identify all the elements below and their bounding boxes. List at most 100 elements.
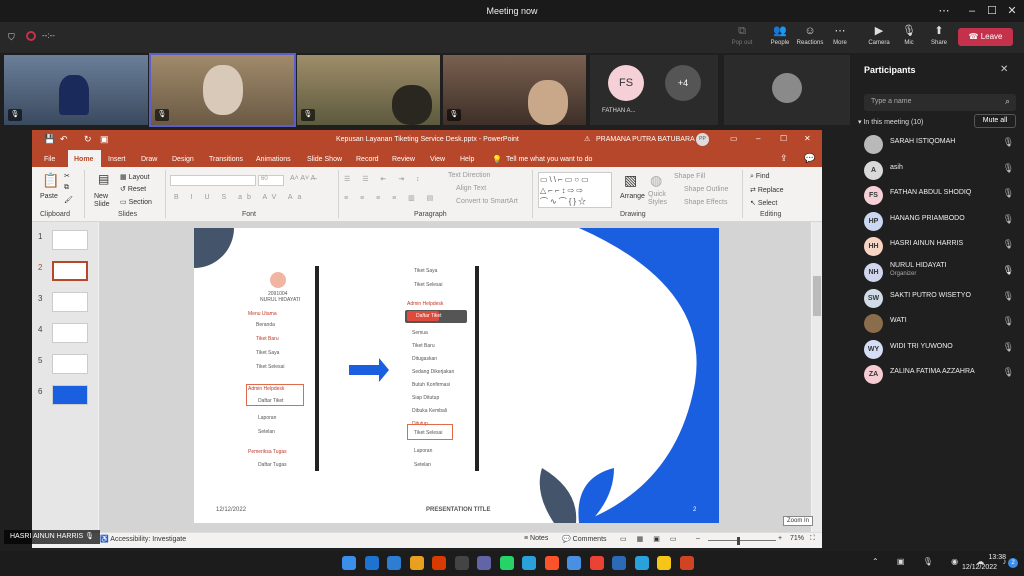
close-icon[interactable]: ✕	[998, 0, 1024, 22]
taskbar-app-icon[interactable]	[387, 556, 401, 570]
taskbar-app-icon[interactable]	[679, 556, 694, 570]
participant-row[interactable]: SARAH ISTIQOMAH 🎙	[858, 133, 1020, 157]
shape-effects-button[interactable]: Shape Effects	[684, 199, 727, 206]
quick-styles-icon[interactable]: ◍	[650, 172, 662, 189]
taskbar-app-icon[interactable]	[634, 556, 649, 570]
share-button[interactable]: ⬆ Share	[921, 24, 957, 52]
participant-row[interactable]: WATI 🎙	[858, 312, 1020, 336]
tab-view[interactable]: View	[430, 152, 445, 167]
taskbar-app-icon[interactable]	[499, 556, 514, 570]
tab-review[interactable]: Review	[392, 152, 415, 167]
video-tile-3[interactable]: 🎙	[297, 55, 440, 125]
copy-icon[interactable]: ⧉	[64, 184, 69, 192]
ribbon-display-icon[interactable]: ▭	[730, 134, 738, 143]
slide-thumbnail[interactable]	[52, 230, 88, 250]
shapes-gallery[interactable]: ▭\\⌐▭○▭ △⌐⌐↕⇨⇨ ⌒∿⌒{}☆	[538, 172, 612, 208]
taskbar-app-icon[interactable]	[589, 556, 604, 570]
taskbar-app-icon[interactable]	[477, 556, 491, 570]
taskbar-app-icon[interactable]	[342, 556, 356, 570]
tab-animations[interactable]: Animations	[256, 152, 291, 167]
tab-file[interactable]: File	[44, 152, 55, 167]
paste-button[interactable]: Paste	[40, 193, 58, 200]
tab-home[interactable]: Home	[74, 152, 93, 167]
participant-row[interactable]: WY WIDI TRI YUWONO 🎙	[858, 338, 1020, 362]
participant-search-input[interactable]: Type a name ⌕	[864, 94, 1016, 111]
tab-insert[interactable]: Insert	[108, 152, 126, 167]
participant-row[interactable]: HP HANANG PRIAMBODO 🎙	[858, 210, 1020, 234]
ppt-minimize-icon[interactable]: –	[756, 134, 760, 143]
present-icon[interactable]: ▣	[100, 134, 109, 145]
find-button[interactable]: ⌕ Find	[750, 173, 770, 181]
tell-me-search[interactable]: Tell me what you want to do	[506, 152, 592, 167]
zoom-level[interactable]: 71%	[790, 535, 804, 542]
tab-help[interactable]: Help	[460, 152, 474, 167]
format-painter-icon[interactable]: 🖌	[64, 196, 73, 204]
close-panel-icon[interactable]: ✕	[1000, 64, 1008, 75]
taskbar-app-icon[interactable]	[657, 556, 671, 570]
notes-button[interactable]: ≡ Notes	[524, 535, 548, 542]
overflow-participants[interactable]: +4	[665, 65, 701, 101]
shape-outline-button[interactable]: Shape Outline	[684, 186, 728, 193]
participant-row[interactable]: NH NURUL HIDAYATI Organizer 🎙	[858, 261, 1020, 285]
align-icons[interactable]: ≡ ≡ ≡ ≡ ▥ ▤	[344, 194, 438, 202]
participant-row[interactable]: FS FATHAN ABDUL SHODIQ 🎙	[858, 184, 1020, 208]
paste-icon[interactable]: 📋	[42, 172, 59, 189]
comments-ppt-icon[interactable]: 💬	[804, 153, 815, 164]
comments-button[interactable]: 💬 Comments	[562, 535, 607, 543]
convert-smartart-button[interactable]: Convert to SmartArt	[456, 198, 518, 205]
scrollbar-thumb[interactable]	[813, 276, 821, 316]
zoom-slider[interactable]	[708, 540, 776, 541]
accessibility-status[interactable]: ♿ Accessibility: Investigate	[100, 535, 186, 543]
taskbar-app-icon[interactable]	[454, 556, 469, 570]
font-grow-icon[interactable]: A˄ A˅ A̶	[290, 175, 315, 182]
taskbar-app-icon[interactable]	[432, 556, 446, 570]
save-icon[interactable]: 💾	[44, 134, 55, 145]
cut-icon[interactable]: ✂	[64, 172, 70, 180]
font-format-icons[interactable]: B I U S ab AV Aa	[174, 194, 306, 201]
video-tile-5[interactable]	[724, 55, 850, 125]
font-size-dropdown[interactable]: 60	[258, 175, 284, 186]
taskbar-app-icon[interactable]	[612, 556, 626, 570]
layout-button[interactable]: ▦ Layout	[120, 173, 150, 181]
slide-thumbnail[interactable]	[52, 292, 88, 312]
text-direction-button[interactable]: Text Direction	[448, 172, 490, 179]
in-meeting-header[interactable]: ▾ In this meeting (10)	[858, 118, 923, 126]
select-button[interactable]: ↖ Select	[750, 199, 777, 207]
list-icons[interactable]: ☰ ☰ ⇤ ⇥ ↕	[344, 175, 425, 183]
undo-icon[interactable]: ↶	[60, 134, 68, 145]
font-name-dropdown[interactable]	[170, 175, 256, 186]
new-slide-icon[interactable]: ▤	[98, 172, 109, 186]
taskbar-app-icon[interactable]	[522, 556, 536, 570]
ppt-close-icon[interactable]: ✕	[804, 134, 811, 143]
reset-button[interactable]: ↺ Reset	[120, 185, 146, 193]
section-button[interactable]: ▭ Section	[120, 198, 152, 206]
new-slide-button[interactable]: New Slide	[94, 193, 118, 209]
participant-row[interactable]: ZA ZALINA FATIMA AZZAHRA 🎙	[858, 363, 1020, 387]
zoom-out-icon[interactable]: –	[696, 535, 700, 542]
redo-icon[interactable]: ↻	[84, 134, 92, 145]
participant-row[interactable]: Aasih 🎙	[858, 159, 1020, 183]
clock-time[interactable]: 13:38	[980, 554, 1006, 561]
slide-thumbnail[interactable]	[52, 385, 88, 405]
shape-fill-button[interactable]: Shape Fill	[674, 173, 705, 180]
tab-draw[interactable]: Draw	[141, 152, 157, 167]
pop-out-button[interactable]: ⧉ Pop out	[724, 24, 760, 52]
tab-transitions[interactable]: Transitions	[209, 152, 243, 167]
video-tile-2[interactable]: 🎙	[149, 53, 296, 127]
mute-all-button[interactable]: Mute all	[974, 114, 1016, 128]
video-tile-1[interactable]: 🎙	[4, 55, 148, 125]
slide-thumbnail[interactable]	[52, 354, 88, 374]
quick-styles-button[interactable]: Quick Styles	[648, 191, 670, 207]
clock-date[interactable]: 12/12/2022	[962, 564, 997, 571]
ppt-user-avatar[interactable]: PP	[696, 133, 709, 146]
fit-slide-icon[interactable]: ⛶	[810, 535, 815, 543]
view-buttons[interactable]: ▭▦▣▭	[620, 535, 686, 543]
arrange-icon[interactable]: ▧	[624, 172, 637, 189]
video-tile-fs[interactable]: FS FATHAN A... +4	[590, 55, 718, 125]
notification-icon[interactable]: 2	[1008, 558, 1018, 568]
taskbar-app-icon[interactable]	[364, 556, 379, 570]
taskbar-app-icon[interactable]	[567, 556, 581, 570]
zoom-in-icon[interactable]: +	[778, 535, 782, 542]
video-tile-4[interactable]: 🎙	[443, 55, 586, 125]
leave-button[interactable]: ☎ Leave	[958, 28, 1013, 46]
